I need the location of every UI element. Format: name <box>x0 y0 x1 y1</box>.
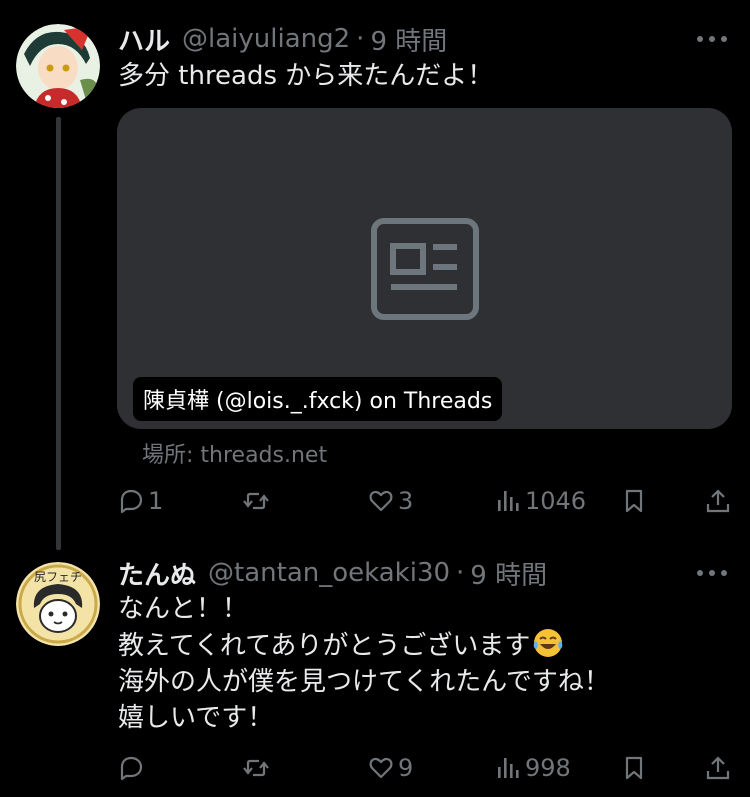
post-text-line: なんと！！ <box>118 594 249 624</box>
like-count: 3 <box>398 487 414 515</box>
reply-button[interactable]: 1 <box>118 483 163 519</box>
post-text-line: 教えてくれてありがとうございます <box>118 631 531 661</box>
like-count: 9 <box>398 754 414 782</box>
tears-of-joy-emoji <box>534 629 563 657</box>
views-button[interactable]: 1046 <box>495 483 586 519</box>
card-source[interactable]: 場所: threads.net <box>142 437 327 469</box>
separator-dot: · <box>456 558 465 588</box>
reply-count: 1 <box>148 487 164 515</box>
reply-thread: ハル @laiyuliang2 · 9 時間 多分 threads から来たんだ… <box>0 0 750 797</box>
article-icon <box>371 218 479 320</box>
reply-button[interactable] <box>118 750 148 786</box>
post-header: たんぬ @tantan_oekaki30 · 9 時間 <box>118 553 730 593</box>
timestamp[interactable]: 9 時間 <box>370 21 447 58</box>
post-text-line: 多分 threads から来たんだよ！ <box>118 61 494 91</box>
more-icon[interactable] <box>694 29 730 49</box>
user-handle[interactable]: @laiyuliang2 <box>182 24 350 54</box>
post-text-line: 海外の人が僕を見つけてくれたんですね！ <box>118 667 610 697</box>
more-icon[interactable] <box>694 563 730 583</box>
separator-dot: · <box>356 24 365 54</box>
post-header: ハル @laiyuliang2 · 9 時間 <box>118 19 730 59</box>
action-bar: 9 998 <box>118 750 730 786</box>
bookmark-button[interactable] <box>621 483 647 519</box>
avatar-text: 尻フェチ <box>34 570 82 584</box>
bookmark-button[interactable] <box>621 750 647 786</box>
user-handle[interactable]: @tantan_oekaki30 <box>208 558 450 588</box>
reply-icon <box>120 756 143 781</box>
display-name[interactable]: たんぬ <box>118 555 196 592</box>
link-card[interactable]: 陳貞樺 (@lois._.fxck) on Threads <box>117 108 732 429</box>
repost-icon <box>243 759 269 777</box>
heart-icon <box>369 490 393 512</box>
views-button[interactable]: 998 <box>495 750 571 786</box>
tweet[interactable]: ハル @laiyuliang2 · 9 時間 多分 threads から来たんだ… <box>0 0 750 550</box>
post-text: なんと！！ 教えてくれてありがとうございます 海外の人が僕を見つけてくれたんです… <box>118 591 730 736</box>
share-button[interactable] <box>705 483 731 519</box>
post-text: 多分 threads から来たんだよ！ <box>118 58 730 94</box>
tweet[interactable]: 尻フェチ たんぬ @tantan_oekaki30 · 9 時間 なんと！！ 教… <box>0 545 750 797</box>
avatar[interactable] <box>16 24 100 108</box>
views-icon <box>498 758 519 778</box>
post-text-line: 嬉しいです！ <box>118 703 274 733</box>
post-text-line-with-emoji: 教えてくれてありがとうございます <box>118 627 730 664</box>
repost-icon <box>243 492 269 510</box>
views-icon <box>498 491 519 511</box>
reply-icon <box>120 489 143 514</box>
bookmark-icon <box>625 756 643 780</box>
share-button[interactable] <box>705 750 731 786</box>
repost-button[interactable] <box>243 750 273 786</box>
share-icon <box>706 756 730 780</box>
heart-icon <box>369 757 393 779</box>
like-button[interactable]: 9 <box>368 750 413 786</box>
share-icon <box>706 489 730 513</box>
like-button[interactable]: 3 <box>368 483 413 519</box>
action-bar: 1 3 1046 <box>118 483 730 519</box>
timestamp[interactable]: 9 時間 <box>470 555 547 592</box>
view-count: 1046 <box>525 487 587 515</box>
view-count: 998 <box>525 754 571 782</box>
repost-button[interactable] <box>243 483 273 519</box>
thread-connector <box>56 117 61 550</box>
bookmark-icon <box>625 489 643 513</box>
avatar[interactable]: 尻フェチ <box>16 562 100 646</box>
card-title: 陳貞樺 (@lois._.fxck) on Threads <box>133 377 503 421</box>
display-name[interactable]: ハル <box>118 21 170 58</box>
